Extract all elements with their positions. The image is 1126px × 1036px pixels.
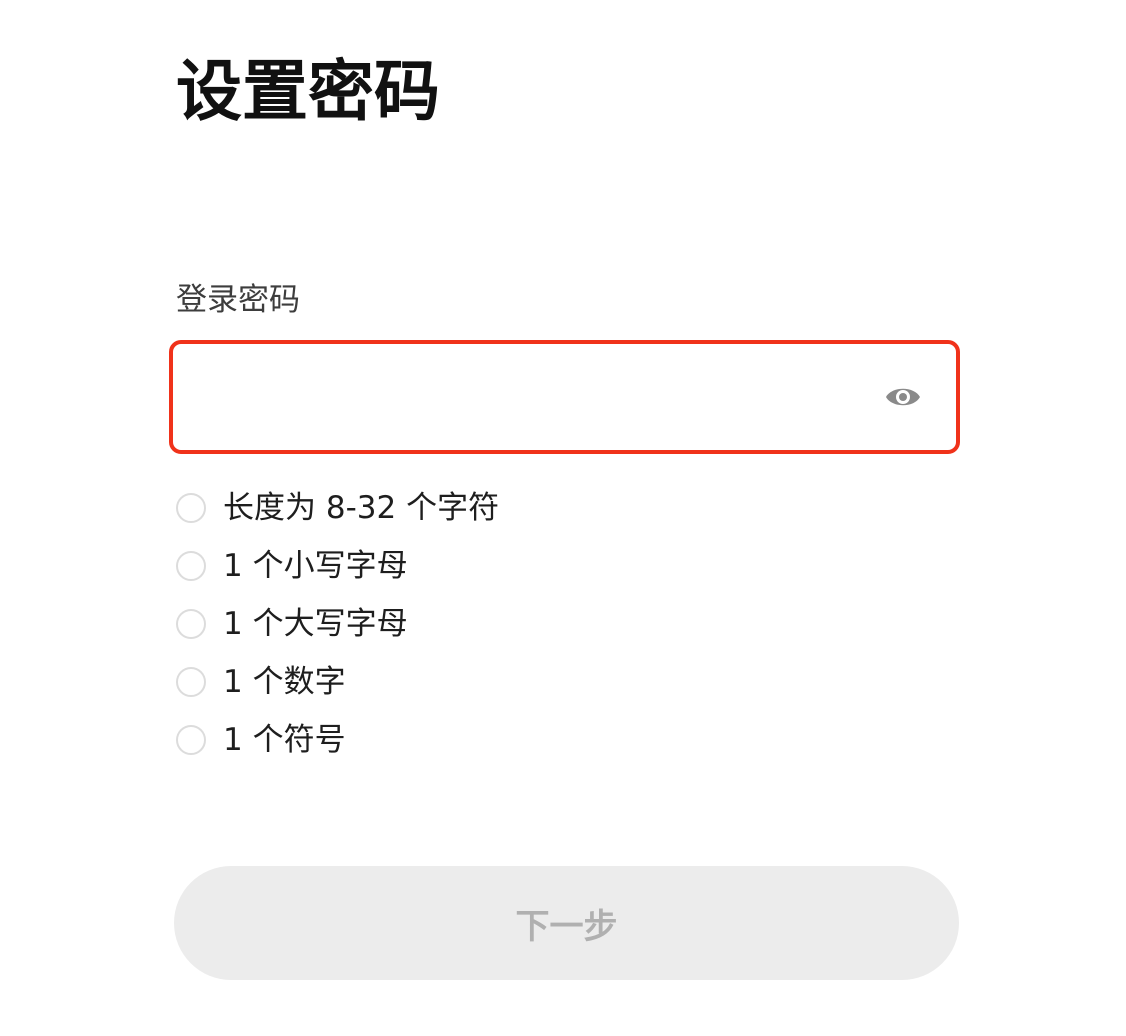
requirement-label: 1 个数字 bbox=[223, 664, 346, 700]
password-field[interactable] bbox=[169, 340, 960, 454]
requirement-unchecked-circle-icon bbox=[176, 609, 206, 639]
requirement-label: 1 个符号 bbox=[223, 722, 346, 758]
password-input[interactable] bbox=[195, 344, 875, 450]
password-field-label: 登录密码 bbox=[176, 282, 300, 318]
requirement-unchecked-circle-icon bbox=[176, 493, 206, 523]
requirement-unchecked-circle-icon bbox=[176, 667, 206, 697]
next-step-button[interactable]: 下一步 bbox=[174, 866, 959, 980]
eye-icon[interactable] bbox=[885, 382, 921, 412]
page-title: 设置密码 bbox=[176, 53, 440, 130]
requirement-label: 1 个小写字母 bbox=[223, 548, 408, 584]
requirement-label: 长度为 8-32 个字符 bbox=[223, 490, 500, 526]
requirement-label: 1 个大写字母 bbox=[223, 606, 408, 642]
requirement-unchecked-circle-icon bbox=[176, 725, 206, 755]
requirement-unchecked-circle-icon bbox=[176, 551, 206, 581]
